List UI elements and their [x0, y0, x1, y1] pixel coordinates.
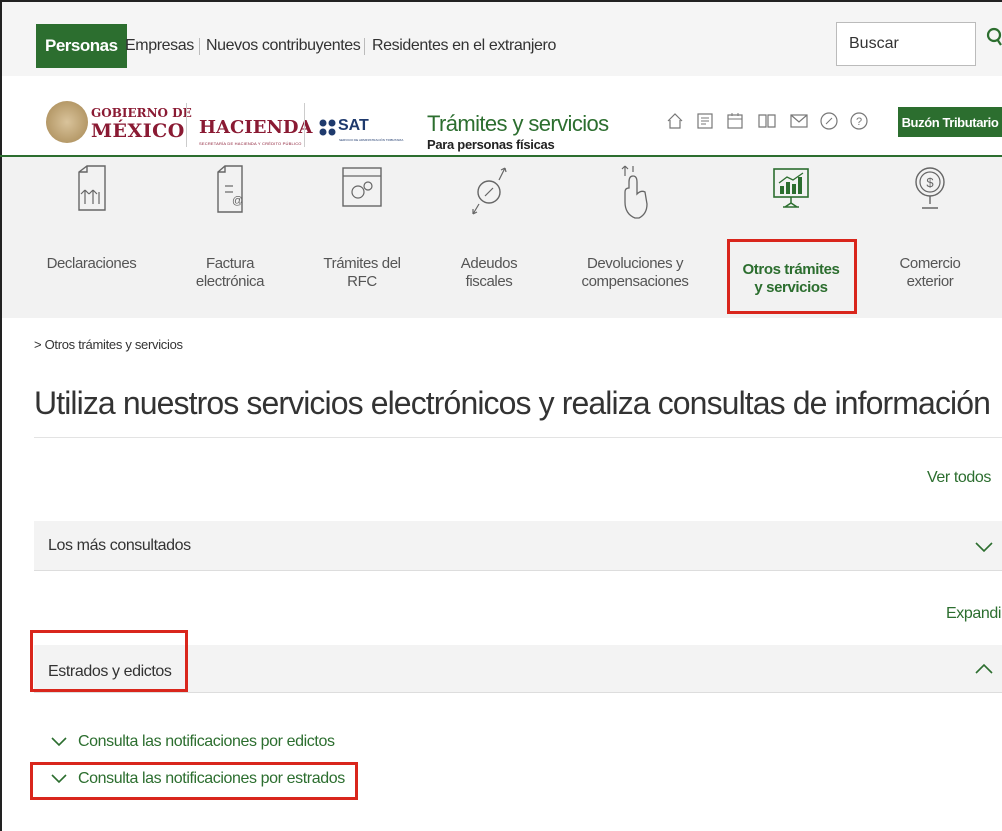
nav-separator [199, 38, 200, 55]
ver-todos-link[interactable]: Ver todos [927, 469, 991, 487]
search-icon[interactable] [986, 26, 1002, 55]
search-input[interactable]: Buscar [836, 22, 976, 66]
search-placeholder: Buscar [849, 35, 899, 52]
logo-divider [304, 103, 305, 147]
chevron-up-icon [975, 663, 993, 674]
category-label: fiscales [465, 273, 513, 290]
category-label: RFC [347, 273, 377, 290]
category-comercio-exterior[interactable]: $ Comercio exterior [870, 157, 990, 318]
gobierno-seal-logo[interactable] [46, 101, 88, 143]
tab-residentes-extranjero[interactable]: Residentes en el extranjero [372, 24, 556, 68]
category-declaraciones[interactable]: Declaraciones [34, 157, 149, 318]
adeudos-icon [472, 167, 507, 215]
sat-logo-subtitle: SERVICIO DE ADMINISTRACIÓN TRIBUTARIA [339, 138, 404, 142]
highlight-otros-tramites [727, 239, 857, 314]
svg-text:@: @ [232, 195, 243, 207]
sublink-label: Consulta las notificaciones por edictos [78, 733, 335, 750]
help-icon[interactable]: ? [848, 110, 870, 132]
hacienda-logo[interactable]: HACIENDA [199, 117, 312, 138]
highlight-notificaciones-estrados [30, 762, 358, 800]
category-label: Trámites del [323, 255, 401, 272]
category-label: Declaraciones [46, 255, 137, 272]
category-factura-electronica[interactable]: @ Factura electrónica [180, 157, 280, 318]
highlight-estrados-edictos [30, 630, 188, 692]
category-label: Factura [205, 255, 255, 272]
category-label: exterior [906, 273, 954, 290]
category-label: compensaciones [581, 273, 689, 290]
hacienda-logo-subtitle: SECRETARÍA DE HACIENDA Y CRÉDITO PÚBLICO [199, 141, 302, 146]
divider [34, 437, 1002, 438]
svg-text:?: ? [856, 116, 862, 128]
site-title[interactable]: Trámites y servicios [427, 111, 609, 137]
otros-tramites-icon [773, 168, 809, 208]
compass-icon[interactable] [818, 110, 840, 132]
gobierno-logo-line1: GOBIERNO DE [91, 106, 192, 120]
chevron-down-icon [975, 542, 993, 553]
breadcrumb[interactable]: > Otros trámites y servicios [34, 337, 183, 352]
accordion-label: Los más consultados [48, 537, 191, 554]
tab-nuevos-contribuyentes[interactable]: Nuevos contribuyentes [206, 24, 361, 68]
expandir-link[interactable]: Expandir [946, 605, 1002, 623]
page-title: Utiliza nuestros servicios electrónicos … [34, 385, 991, 421]
buzon-tributario-button[interactable]: Buzón Tributario [898, 107, 1002, 137]
devoluciones-icon [621, 165, 648, 219]
tab-personas[interactable]: Personas [36, 24, 127, 68]
calendar-icon[interactable] [724, 110, 746, 132]
book-icon[interactable] [756, 110, 778, 132]
category-label: Comercio [899, 255, 961, 272]
gobierno-logo-line2: MÉXICO [91, 120, 185, 142]
nav-separator [364, 38, 365, 55]
svg-text:$: $ [926, 175, 934, 190]
sat-logo[interactable]: SAT [338, 117, 369, 135]
category-label: Devoluciones y [586, 255, 684, 272]
category-tramites-rfc[interactable]: Trámites del RFC [312, 157, 412, 318]
rfc-icon [342, 167, 382, 207]
sat-logo-icon [319, 119, 336, 136]
category-label: Adeudos [460, 255, 518, 272]
category-devoluciones[interactable]: Devoluciones y compensaciones [570, 157, 700, 318]
home-icon[interactable] [664, 110, 686, 132]
declaraciones-icon [77, 165, 106, 211]
sublink-notificaciones-edictos[interactable]: Consulta las notificaciones por edictos [50, 733, 335, 751]
comercio-icon: $ [915, 167, 945, 209]
accordion-los-mas-consultados[interactable]: Los más consultados [34, 521, 1002, 571]
document-icon[interactable] [694, 110, 716, 132]
chevron-down-icon [51, 737, 67, 747]
logo-divider [186, 103, 187, 147]
category-adeudos-fiscales[interactable]: Adeudos fiscales [446, 157, 532, 318]
tab-empresas[interactable]: Empresas [125, 24, 194, 68]
mail-icon[interactable] [788, 110, 810, 132]
category-label: electrónica [195, 273, 265, 290]
site-subtitle: Para personas físicas [427, 137, 555, 152]
factura-icon: @ [217, 165, 243, 213]
